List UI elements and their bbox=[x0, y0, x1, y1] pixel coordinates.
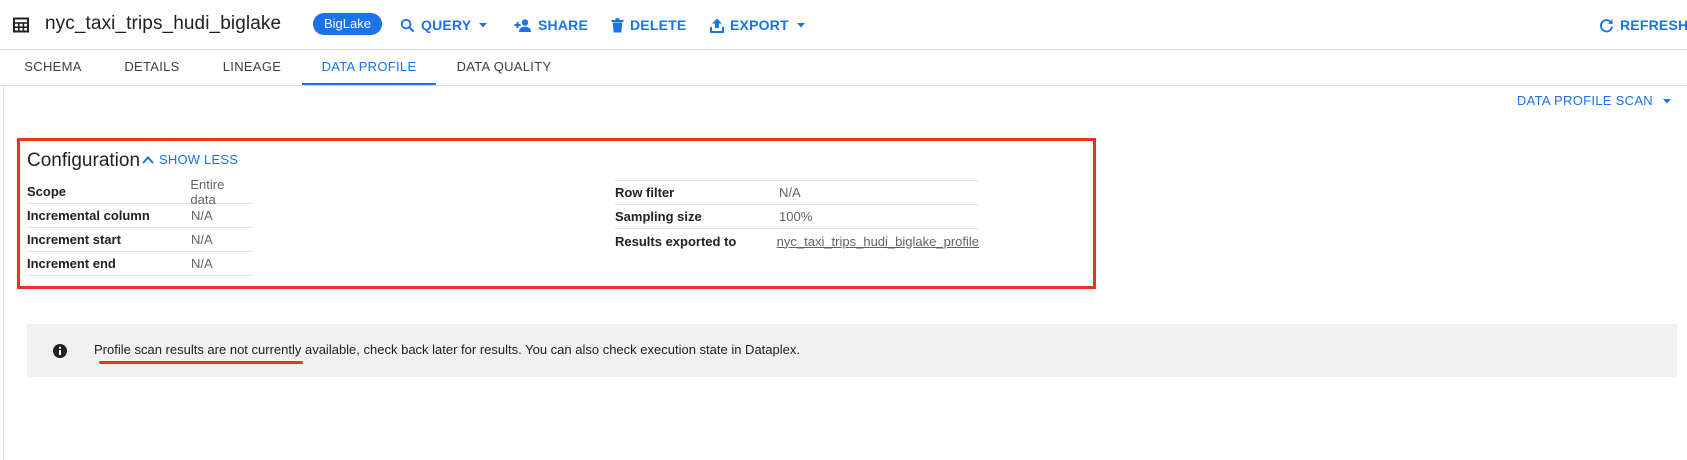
config-row: Increment start N/A bbox=[27, 228, 253, 252]
config-key: Increment start bbox=[27, 232, 121, 247]
config-value: N/A bbox=[779, 185, 801, 200]
refresh-label: REFRESH bbox=[1620, 17, 1687, 33]
query-label: QUERY bbox=[421, 17, 472, 33]
query-button[interactable]: QUERY bbox=[400, 15, 489, 35]
tab-details[interactable]: DETAILS bbox=[106, 50, 198, 85]
config-row: Row filter N/A bbox=[615, 181, 979, 205]
configuration-right-table: Row filter N/A Sampling size 100% Result… bbox=[615, 180, 979, 253]
tab-bar: SCHEMA DETAILS LINEAGE DATA PROFILE DATA… bbox=[0, 50, 1687, 86]
tab-data-profile[interactable]: DATA PROFILE bbox=[302, 50, 436, 85]
config-key: Incremental column bbox=[27, 208, 150, 223]
tab-schema[interactable]: SCHEMA bbox=[7, 50, 99, 85]
config-row: Sampling size 100% bbox=[615, 205, 979, 229]
chevron-up-icon bbox=[142, 155, 154, 164]
dropdown-icon bbox=[1663, 98, 1671, 103]
search-icon bbox=[400, 18, 415, 32]
share-button[interactable]: SHARE bbox=[514, 15, 588, 35]
refresh-icon bbox=[1599, 18, 1614, 32]
banner-message: Profile scan results are not currently a… bbox=[94, 342, 800, 357]
table-icon bbox=[13, 17, 29, 33]
config-key: Sampling size bbox=[615, 209, 702, 224]
info-icon bbox=[53, 344, 67, 358]
config-key: Row filter bbox=[615, 185, 675, 200]
config-value: N/A bbox=[191, 232, 213, 247]
table-header: nyc_taxi_trips_hudi_biglake BigLake QUER… bbox=[0, 0, 1687, 50]
config-value: 100% bbox=[779, 209, 813, 224]
person-add-icon bbox=[514, 18, 531, 32]
config-row: Results exported to nyc_taxi_trips_hudi_… bbox=[615, 229, 979, 253]
table-title: nyc_taxi_trips_hudi_biglake bbox=[45, 13, 282, 34]
configuration-heading: Configuration bbox=[27, 150, 141, 171]
dropdown-icon bbox=[796, 23, 805, 28]
delete-button[interactable]: DELETE bbox=[611, 15, 686, 35]
tab-lineage[interactable]: LINEAGE bbox=[206, 50, 298, 85]
config-row: Scope Entire data bbox=[27, 176, 253, 207]
delete-label: DELETE bbox=[630, 17, 687, 33]
config-value: N/A bbox=[191, 208, 213, 223]
panel-divider bbox=[3, 86, 4, 460]
config-key: Increment end bbox=[27, 256, 116, 271]
share-label: SHARE bbox=[538, 17, 589, 33]
show-less-button[interactable]: SHOW LESS bbox=[141, 152, 238, 167]
highlight-underline bbox=[99, 361, 303, 364]
show-less-label: SHOW LESS bbox=[159, 152, 239, 167]
trash-icon bbox=[611, 17, 624, 32]
data-profile-scan-button[interactable]: DATA PROFILE SCAN bbox=[1517, 93, 1673, 108]
config-row: Increment end N/A bbox=[27, 252, 253, 276]
tab-data-quality[interactable]: DATA QUALITY bbox=[446, 50, 562, 85]
configuration-left-table: Scope Entire data Incremental column N/A… bbox=[27, 176, 253, 276]
config-key: Scope bbox=[27, 184, 67, 199]
results-export-link[interactable]: nyc_taxi_trips_hudi_biglake_profile bbox=[777, 234, 979, 249]
data-profile-scan-label: DATA PROFILE SCAN bbox=[1516, 93, 1653, 108]
refresh-button[interactable]: REFRESH bbox=[1599, 15, 1687, 35]
export-label: EXPORT bbox=[730, 17, 789, 33]
upload-icon bbox=[710, 18, 724, 33]
config-row: Incremental column N/A bbox=[27, 204, 253, 228]
config-key: Results exported to bbox=[615, 233, 737, 249]
export-button[interactable]: EXPORT bbox=[710, 15, 807, 35]
config-value: N/A bbox=[191, 256, 213, 271]
config-value: Entire data bbox=[190, 176, 225, 207]
dropdown-icon bbox=[479, 23, 488, 28]
biglake-badge: BigLake bbox=[313, 13, 382, 35]
